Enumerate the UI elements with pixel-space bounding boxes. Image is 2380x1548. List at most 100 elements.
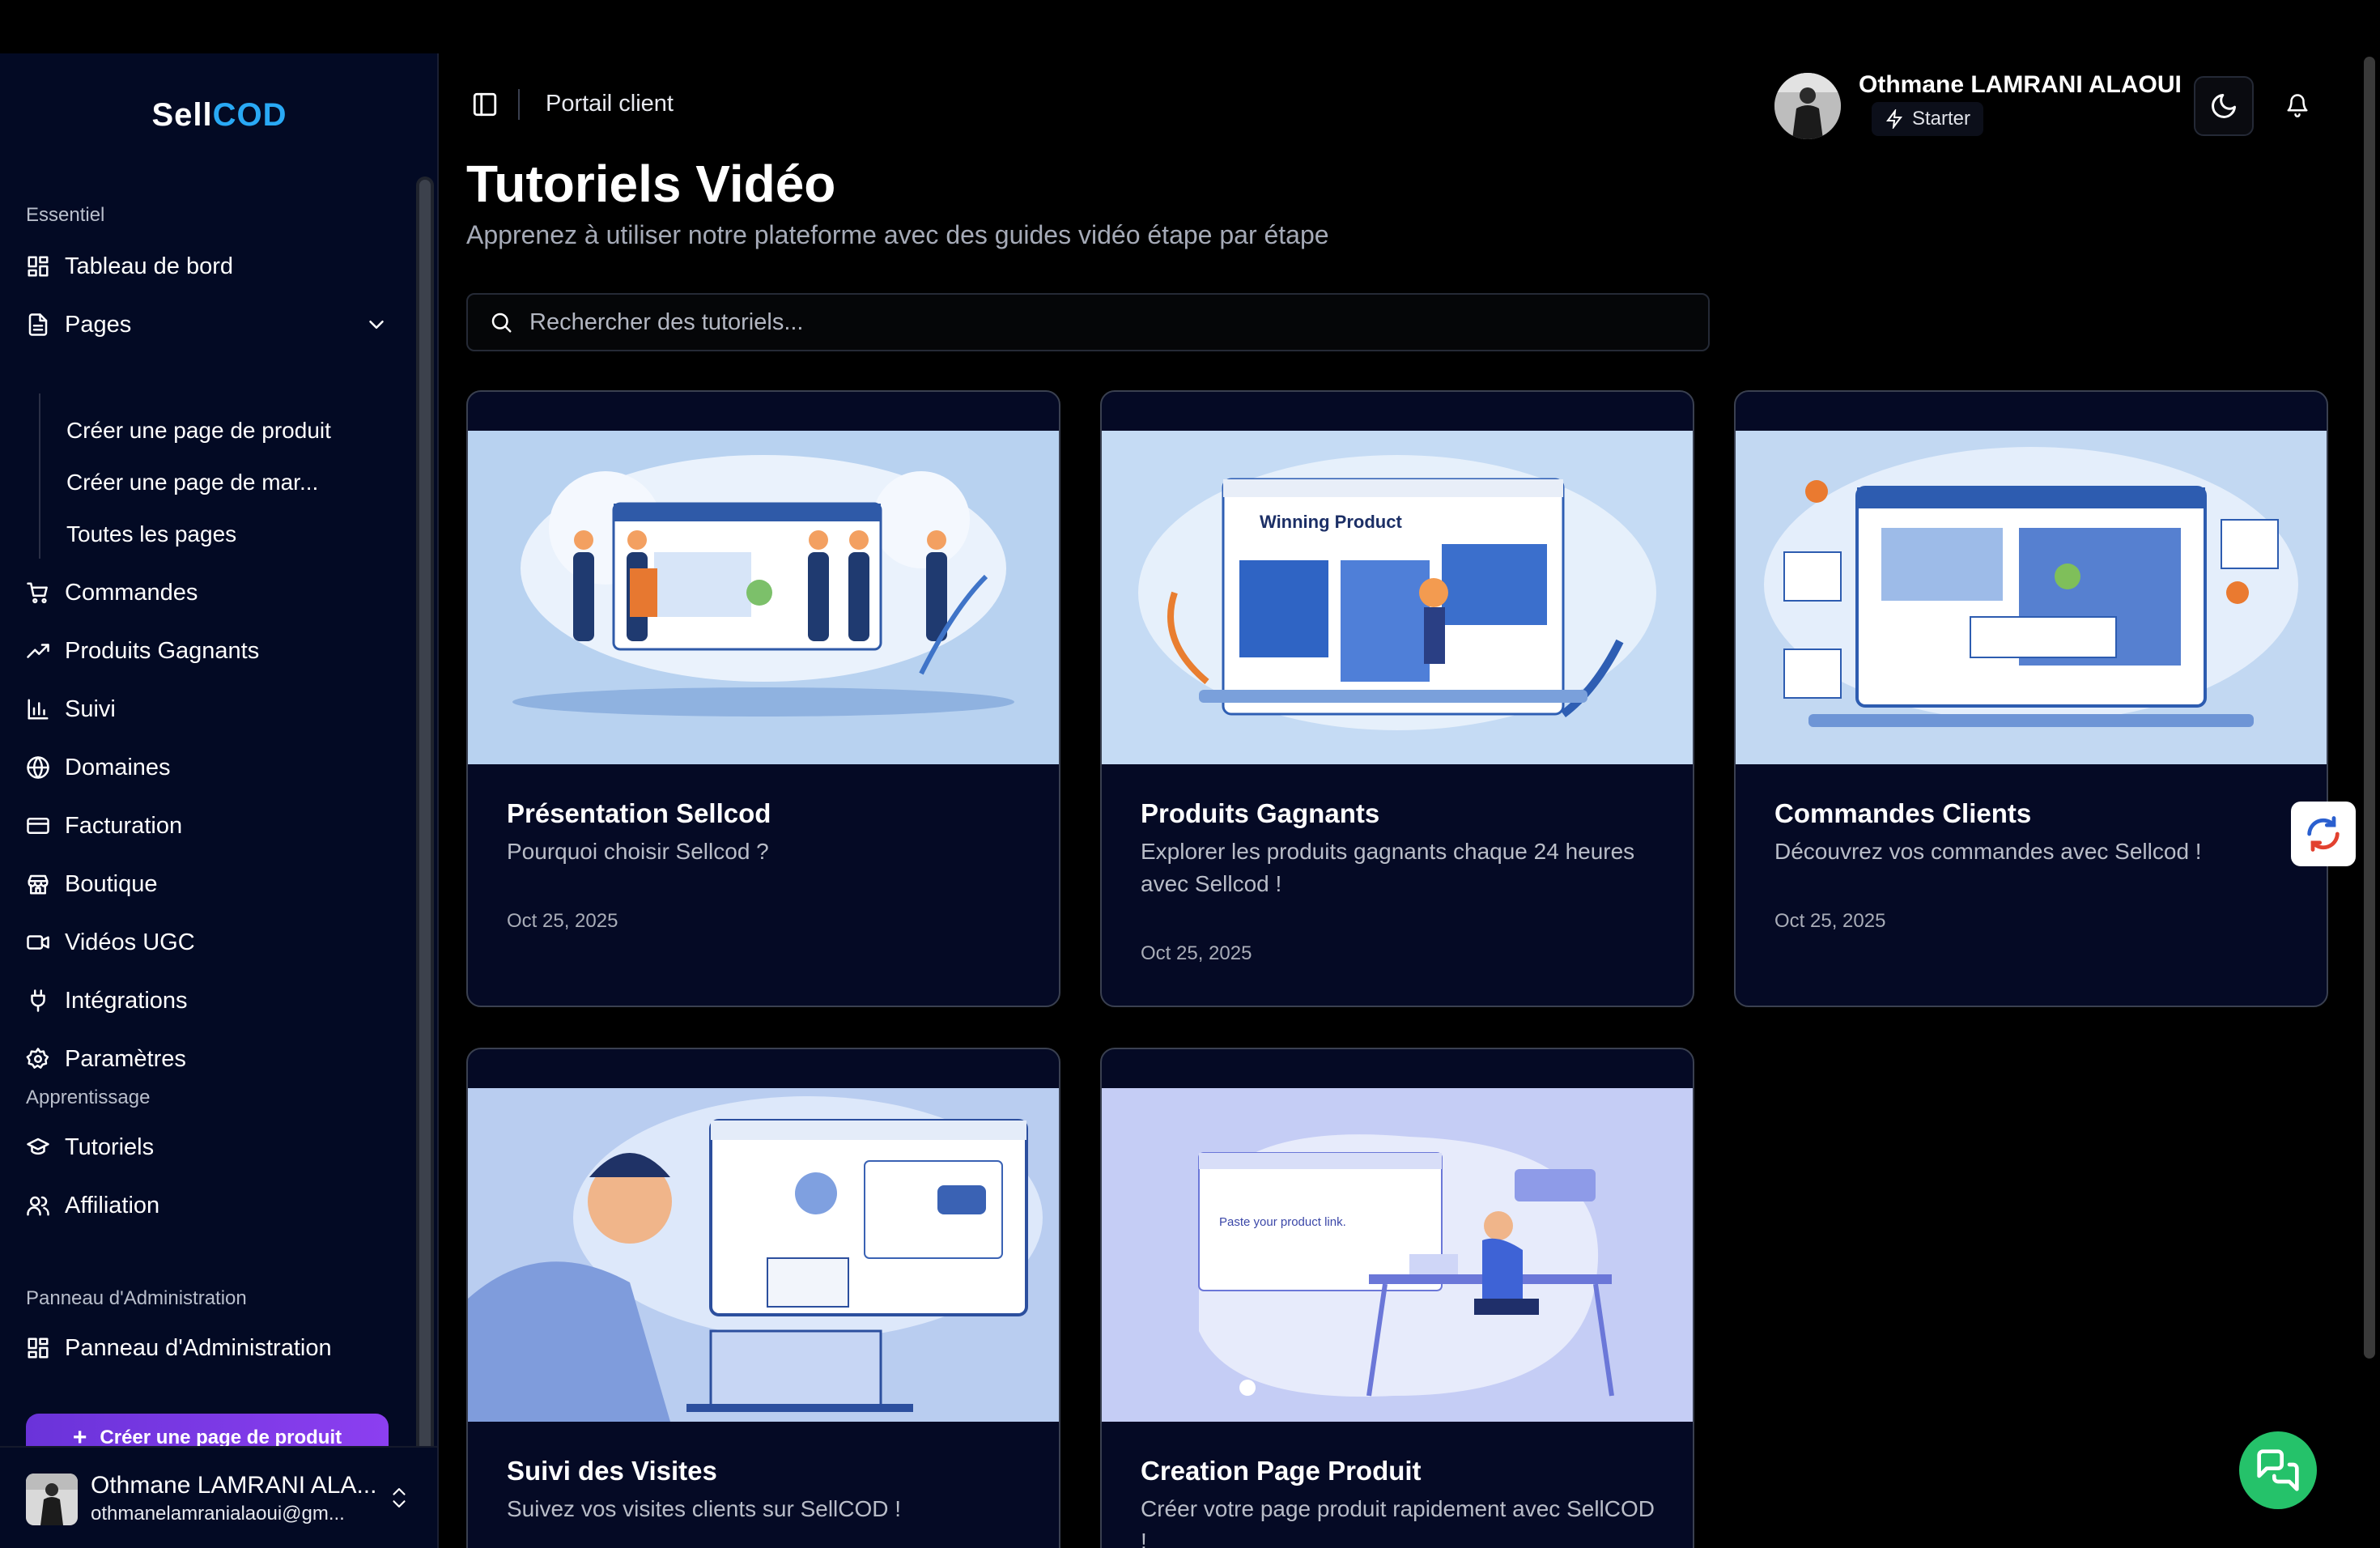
search-input[interactable] (529, 308, 1663, 336)
sidebar-subitem-all-pages[interactable]: Toutes les pages (66, 513, 374, 555)
sidebar-item-billing[interactable]: Facturation (24, 802, 393, 849)
credit-card-icon (24, 812, 52, 840)
bar-chart-icon (24, 695, 52, 723)
bell-icon (2287, 94, 2308, 117)
tutorial-card[interactable]: Winning Product Produits Gagnants Explor… (1100, 390, 1694, 1007)
page-scrollbar[interactable] (2361, 53, 2378, 1548)
sync-icon (2307, 816, 2340, 852)
plan-label: Starter (1912, 108, 1971, 130)
sidebar-item-label: Boutique (65, 870, 158, 897)
tutorial-description: Suivez vos visites clients sur SellCOD ! (507, 1496, 902, 1521)
sidebar-item-orders[interactable]: Commandes (24, 569, 393, 616)
sidebar-subitem-create-product-page[interactable]: Créer une page de produit (66, 410, 374, 452)
sidebar-item-tracking[interactable]: Suivi (24, 686, 393, 733)
tutorial-card[interactable]: Suivi des Visites Suivez vos visites cli… (466, 1048, 1060, 1548)
tutorial-date: Oct 25, 2025 (1141, 942, 1252, 964)
sidebar-item-label: Affiliation (65, 1192, 160, 1218)
avatar (26, 1474, 78, 1525)
video-icon (24, 929, 52, 956)
globe-icon (24, 754, 52, 781)
user-name: Othmane LAMRANI ALA... (91, 1472, 377, 1499)
sidebar-toggle-icon[interactable] (471, 91, 499, 118)
sidebar-item-label: Panneau d'Administration (65, 1334, 332, 1361)
tutorial-thumbnail[interactable] (468, 431, 1059, 764)
tutorial-description: Explorer les produits gagnants chaque 24… (1141, 839, 1635, 896)
brand-logo[interactable]: SellCOD (0, 97, 439, 134)
sidebar-item-admin-panel[interactable]: Panneau d'Administration (24, 1325, 393, 1372)
trending-icon (24, 637, 52, 665)
tutorial-date: Oct 25, 2025 (1774, 910, 1886, 932)
sidebar-user-menu[interactable]: Othmane LAMRANI ALA... othmanelamraniala… (0, 1446, 437, 1548)
sidebar-item-label: Paramètres (65, 1045, 186, 1072)
sidebar-item-label: Commandes (65, 579, 198, 606)
submenu-guide-line (39, 393, 40, 559)
sidebar: SellCOD Essentiel Tableau de bord Pages … (0, 53, 439, 1548)
sidebar-item-integrations[interactable]: Intégrations (24, 977, 393, 1024)
tutorial-thumbnail[interactable] (1736, 431, 2327, 764)
tutorial-thumbnail[interactable]: Winning Product (1102, 431, 1693, 764)
theme-toggle-button[interactable] (2194, 76, 2254, 136)
sidebar-item-tutorials[interactable]: Tutoriels (24, 1124, 393, 1171)
store-icon (24, 870, 52, 898)
sidebar-item-domains[interactable]: Domaines (24, 744, 393, 791)
notifications-button[interactable] (2281, 89, 2314, 121)
breadcrumb[interactable]: Portail client (546, 91, 674, 117)
sidebar-item-ugc-videos[interactable]: Vidéos UGC (24, 919, 393, 966)
sidebar-item-store[interactable]: Boutique (24, 861, 393, 908)
page-title: Tutoriels Vidéo (466, 155, 836, 213)
tutorial-date: Oct 25, 2025 (507, 910, 618, 932)
top-header: Portail client Othmane LAMRANI ALAOUI St… (439, 53, 2380, 157)
plug-icon (24, 987, 52, 1014)
section-label-essentiel: Essentiel (26, 204, 105, 226)
sidebar-item-label: Facturation (65, 812, 183, 839)
tutorial-title: Suivi des Visites (507, 1456, 717, 1486)
avatar[interactable] (1774, 73, 1841, 139)
sidebar-item-label: Pages (65, 311, 132, 338)
page-scrollbar-thumb[interactable] (2364, 57, 2375, 1359)
tutorial-title: Présentation Sellcod (507, 798, 771, 828)
tutorial-description: Créer votre page produit rapidement avec… (1141, 1496, 1655, 1548)
sidebar-item-pages[interactable]: Pages (24, 301, 393, 348)
sidebar-item-settings[interactable]: Paramètres (24, 1036, 393, 1082)
tutorial-title: Creation Page Produit (1141, 1456, 1422, 1486)
lightning-icon (1886, 109, 1902, 129)
moon-icon (2212, 94, 2236, 118)
header-divider (518, 89, 520, 120)
dashboard-icon (24, 253, 52, 280)
tutorial-card[interactable]: Paste your product link. Creation Page P… (1100, 1048, 1694, 1548)
chevron-down-icon[interactable] (364, 313, 389, 343)
tutorial-thumbnail[interactable] (468, 1088, 1059, 1422)
tutorial-card[interactable]: Présentation Sellcod Pourquoi choisir Se… (466, 390, 1060, 1007)
search-box[interactable] (466, 293, 1710, 351)
section-label-learning: Apprentissage (26, 1087, 151, 1108)
chat-support-button[interactable] (2239, 1431, 2317, 1509)
sidebar-item-label: Produits Gagnants (65, 637, 260, 664)
search-icon (491, 313, 512, 333)
file-icon (24, 311, 52, 338)
tutorial-title: Commandes Clients (1774, 798, 2032, 828)
tutorial-description: Découvrez vos commandes avec Sellcod ! (1774, 839, 2202, 864)
sidebar-item-label: Intégrations (65, 987, 188, 1014)
sidebar-item-dashboard[interactable]: Tableau de bord (24, 243, 393, 290)
thumbnail-caption: Paste your product link. (1219, 1215, 1346, 1229)
thumbnail-caption: Winning Product (1260, 512, 1402, 532)
sidebar-item-label: Vidéos UGC (65, 929, 195, 955)
chat-icon (2257, 1449, 2299, 1491)
sidebar-item-affiliation[interactable]: Affiliation (24, 1182, 393, 1229)
page-subtitle: Apprenez à utiliser notre plateforme ave… (466, 220, 1329, 249)
plan-badge: Starter (1872, 102, 1984, 136)
chevrons-up-down-icon[interactable] (389, 1483, 410, 1516)
header-user-name: Othmane LAMRANI ALAOUI (1859, 71, 2182, 98)
section-label-admin: Panneau d'Administration (26, 1287, 247, 1309)
sidebar-item-winning-products[interactable]: Produits Gagnants (24, 627, 393, 674)
window-top-bar (0, 0, 2380, 53)
sidebar-subitem-create-marketing-page[interactable]: Créer une page de mar... (66, 461, 374, 504)
tutorial-card[interactable]: Commandes Clients Découvrez vos commande… (1734, 390, 2328, 1007)
sidebar-scrollbar-thumb[interactable] (419, 180, 431, 1459)
tutorial-description: Pourquoi choisir Sellcod ? (507, 839, 769, 864)
tutorial-thumbnail[interactable]: Paste your product link. (1102, 1088, 1693, 1422)
graduation-cap-icon (24, 1133, 52, 1161)
tutorial-title: Produits Gagnants (1141, 798, 1380, 828)
dashboard-icon (24, 1334, 52, 1362)
refresh-widget-button[interactable] (2291, 802, 2356, 866)
